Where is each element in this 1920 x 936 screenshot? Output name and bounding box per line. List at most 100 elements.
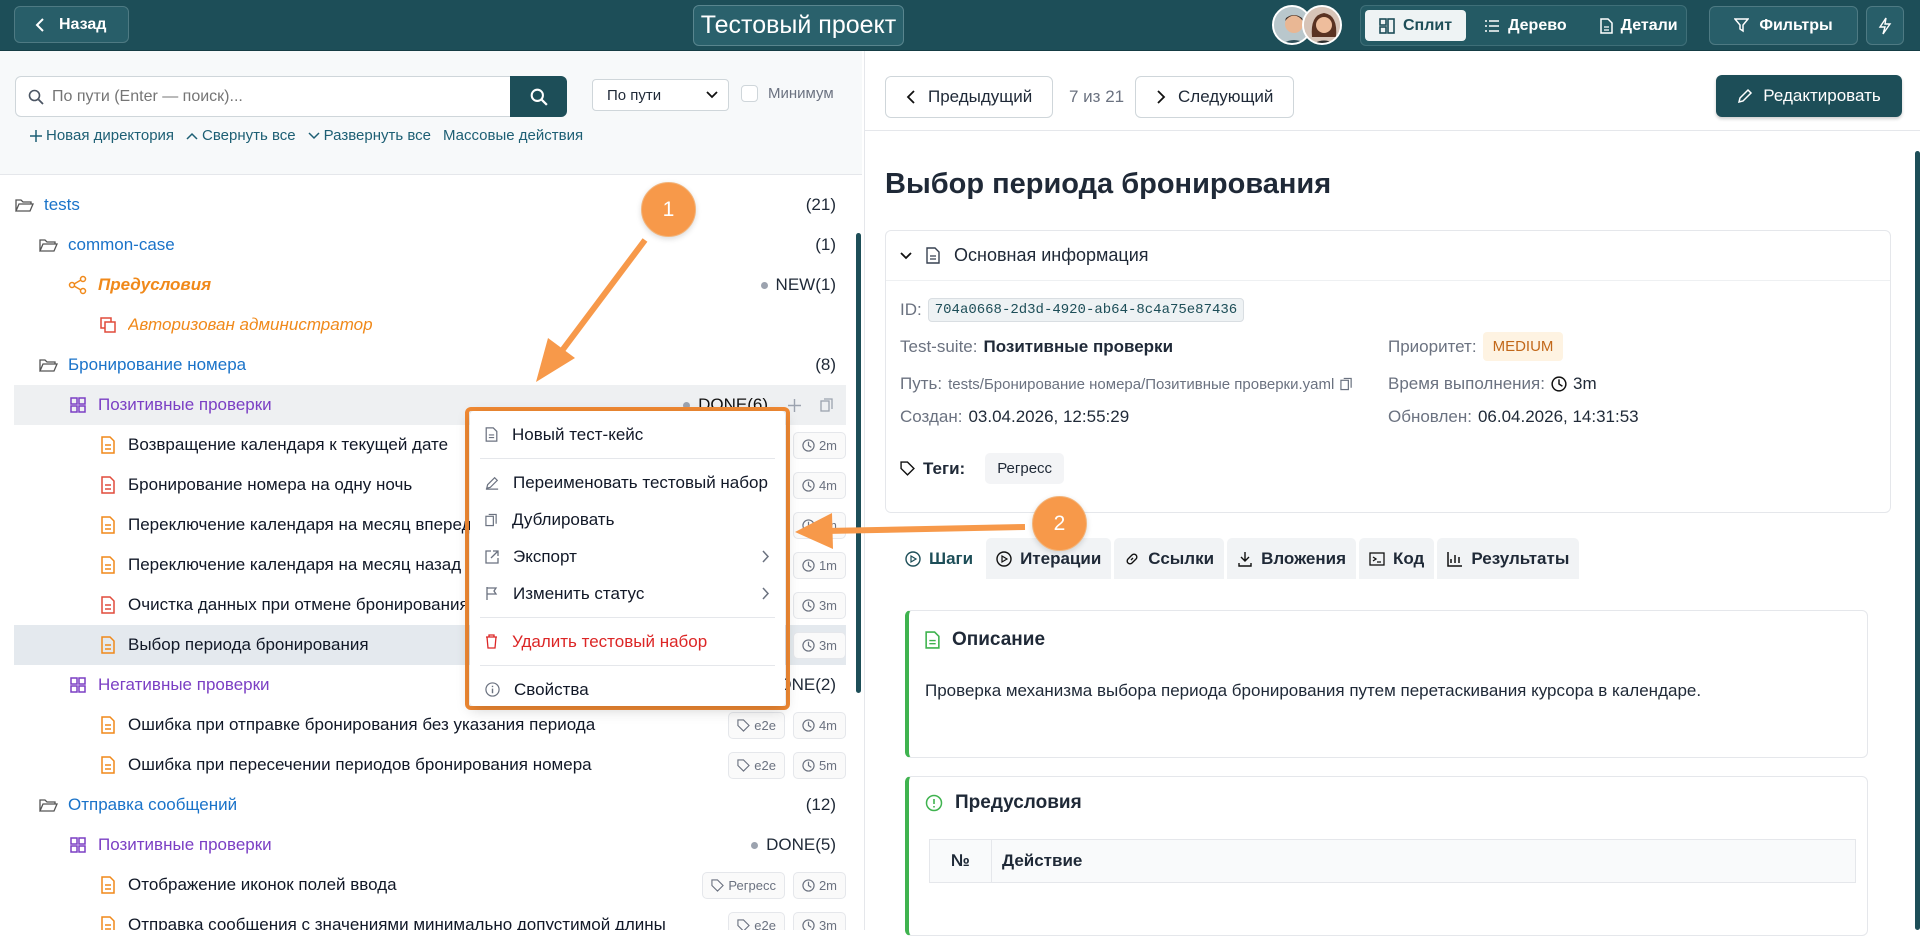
clock-icon (802, 598, 815, 612)
view-tree-button[interactable]: Дерево (1470, 10, 1581, 41)
tab-label: Результаты (1471, 548, 1570, 568)
search-box (15, 76, 511, 117)
description-header: Описание (909, 611, 1867, 669)
tag-chip: e2e (728, 751, 785, 779)
tree-dir[interactable]: Бронирование номера (8) (14, 345, 846, 385)
tree-dir[interactable]: common-case (1) (14, 225, 846, 265)
tree-case[interactable]: Отображение иконок полей ввода Регресс 2m (14, 865, 846, 905)
filters-label: Фильтры (1759, 16, 1833, 34)
search-mode-select[interactable]: По пути (592, 79, 729, 111)
bulk-actions-button[interactable]: Массовые действия (443, 127, 583, 144)
menu-item-new-case[interactable]: Новый тест-кейс (470, 416, 785, 453)
menu-item-duplicate[interactable]: Дублировать (470, 501, 785, 538)
edit-button[interactable]: Редактировать (1716, 75, 1902, 117)
search-button[interactable] (510, 76, 567, 117)
back-button[interactable]: Назад (14, 6, 129, 43)
tab-label: Вложения (1261, 548, 1347, 568)
search-mode-value: По пути (607, 86, 662, 104)
tree-precondition-case[interactable]: Авторизован администратор (14, 305, 846, 345)
duration-tag: 2m (792, 431, 846, 459)
test-case-icon (101, 436, 115, 454)
menu-item-delete[interactable]: Удалить тестовый набор (470, 623, 785, 660)
duration-tag: 4m (792, 471, 846, 499)
clock-icon (802, 878, 815, 892)
menu-item-properties[interactable]: Свойства (470, 671, 785, 708)
details-scrollbar[interactable] (1915, 151, 1920, 930)
export-icon (485, 549, 499, 564)
tab-results[interactable]: Результаты (1437, 538, 1580, 579)
tree-suite[interactable]: Позитивные проверки DONE (5) (14, 825, 846, 865)
created-label: Создан: (900, 407, 963, 426)
expand-all-button[interactable]: Развернуть все (308, 127, 431, 144)
duration-text: 3m (818, 597, 837, 613)
quick-action-button[interactable] (1866, 6, 1904, 45)
minimum-checkbox[interactable] (741, 85, 758, 102)
tree-case[interactable]: Отправка сообщения с значениями минималь… (14, 905, 846, 930)
menu-divider (480, 665, 775, 666)
previous-label: Предыдущий (928, 87, 1033, 106)
document-icon (485, 427, 498, 442)
menu-item-label: Экспорт (513, 546, 577, 566)
path-label: Путь: (900, 374, 943, 393)
next-button[interactable]: Следующий (1135, 76, 1295, 118)
status-badge: DONE (5) (751, 835, 836, 855)
folder-open-icon (39, 799, 58, 812)
duration-tag: 3m (792, 631, 846, 659)
play-circle-icon (905, 550, 921, 567)
chevron-right-icon (762, 550, 770, 563)
previous-button[interactable]: Предыдущий (885, 76, 1054, 118)
avatar[interactable] (1302, 5, 1342, 45)
view-split-button[interactable]: Сплит (1365, 10, 1467, 41)
tags-label: Теги: (923, 458, 966, 478)
download-icon (1238, 551, 1252, 567)
minimum-toggle[interactable]: Минимум (741, 85, 834, 102)
id-value[interactable]: 704a0668-2d3d-4920-ab64-8c4a75e87436 (927, 298, 1245, 322)
suite-label: Test-suite: (900, 337, 978, 356)
new-directory-button[interactable]: Новая директория (30, 127, 174, 144)
tree-case[interactable]: Ошибка при отправке бронирования без ука… (14, 705, 846, 745)
test-case-icon (101, 476, 115, 494)
tab-label: Ссылки (1148, 548, 1215, 568)
tree-case-name: Авторизован администратор (128, 315, 373, 334)
tab-steps[interactable]: Шаги (895, 538, 984, 579)
menu-item-export[interactable]: Экспорт (470, 538, 785, 575)
search-input[interactable] (52, 87, 492, 106)
main-info-header[interactable]: Основная информация (886, 231, 1890, 281)
share-icon (68, 275, 87, 295)
tab-attachments[interactable]: Вложения (1227, 538, 1357, 579)
menu-divider (480, 458, 775, 459)
duration-text: 4m (818, 717, 837, 733)
edit-label: Редактировать (1763, 86, 1881, 105)
tree-scrollbar[interactable] (856, 233, 861, 693)
menu-item-change-status[interactable]: Изменить статус (470, 575, 785, 612)
tab-code[interactable]: Код (1359, 538, 1435, 579)
bar-chart-icon (1447, 551, 1463, 567)
tag-icon (737, 718, 751, 732)
menu-item-rename[interactable]: Переименовать тестовый набор (470, 464, 785, 501)
tag-chip: e2e (728, 911, 785, 930)
tab-links[interactable]: Ссылки (1114, 538, 1225, 579)
tree-dir[interactable]: tests (21) (14, 185, 846, 225)
copy-icon[interactable] (820, 398, 834, 412)
tree-case[interactable]: Ошибка при пересечении периодов брониров… (14, 745, 846, 785)
copy-icon[interactable] (1340, 377, 1353, 391)
test-case-icon (101, 596, 115, 614)
annotation-badge-2: 2 (1032, 496, 1087, 551)
chevron-right-icon (1157, 90, 1166, 104)
view-details-button[interactable]: Детали (1585, 10, 1692, 41)
back-label: Назад (59, 15, 107, 33)
duration-text: 3m (818, 637, 837, 653)
clock-icon (802, 438, 815, 452)
tag-chip[interactable]: Регресс (985, 453, 1065, 484)
collapse-all-button[interactable]: Свернуть все (186, 127, 296, 144)
duration-text: 3m (818, 917, 837, 931)
tab-label: Итерации (1020, 548, 1102, 568)
view-tree-label: Дерево (1508, 16, 1567, 34)
tree-preconditions[interactable]: Предусловия NEW (1) (14, 265, 846, 305)
tree-dir[interactable]: Отправка сообщений (12) (14, 785, 846, 825)
updated-value: 06.04.2026, 14:31:53 (1477, 407, 1639, 426)
plus-icon[interactable] (788, 398, 801, 412)
terminal-icon (1369, 551, 1385, 566)
filters-button[interactable]: Фильтры (1709, 6, 1858, 45)
duration-label: Время выполнения: (1388, 374, 1545, 393)
